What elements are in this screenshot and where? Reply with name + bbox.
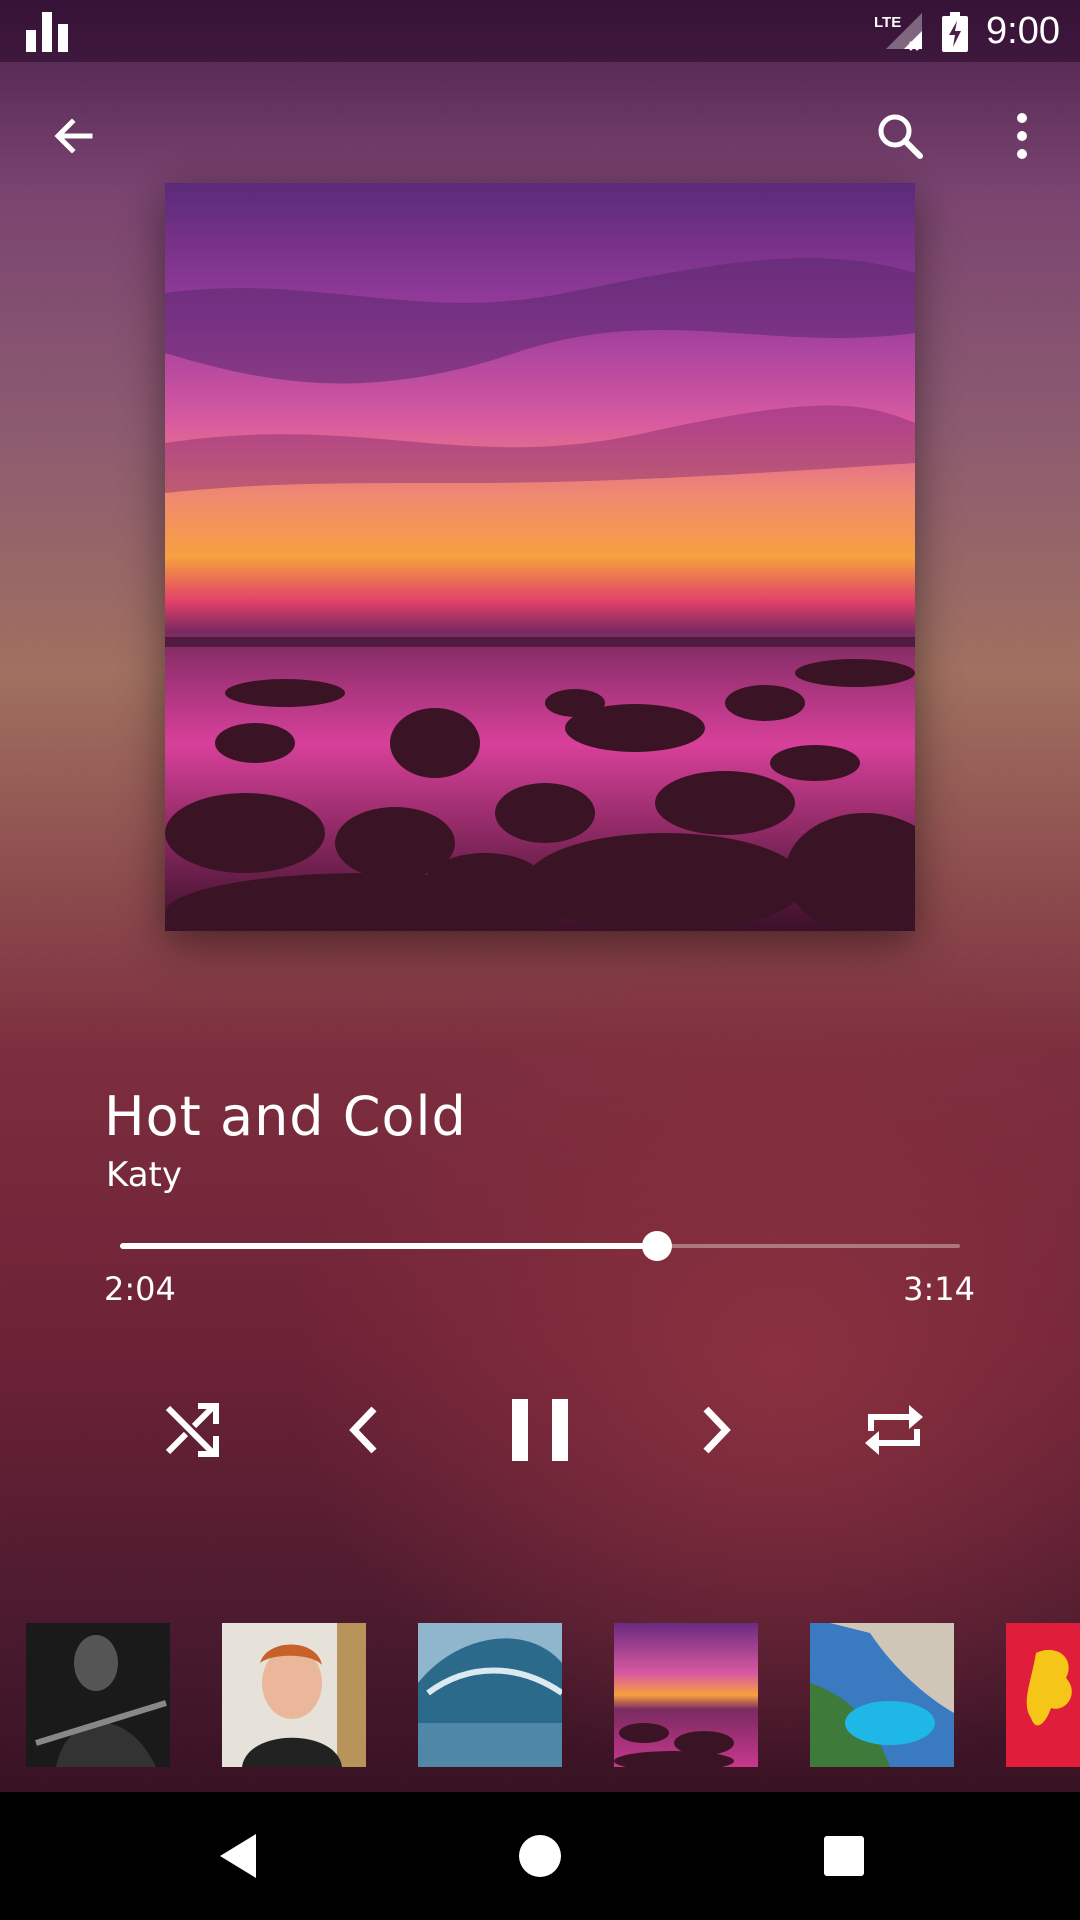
pause-icon[interactable] bbox=[490, 1380, 590, 1480]
next-icon[interactable] bbox=[666, 1380, 766, 1480]
total-duration: 3:14 bbox=[903, 1270, 975, 1308]
repeat-icon[interactable] bbox=[844, 1380, 944, 1480]
queue-carousel[interactable] bbox=[0, 1623, 1080, 1767]
lte-no-signal-icon: LTE bbox=[874, 9, 924, 53]
search-icon[interactable] bbox=[860, 96, 940, 176]
nav-back-icon[interactable] bbox=[198, 1816, 278, 1896]
track-artist: Katy bbox=[106, 1155, 182, 1195]
seek-bar[interactable] bbox=[120, 1231, 960, 1262]
previous-icon[interactable] bbox=[314, 1380, 414, 1480]
beach-cove-thumbnail[interactable] bbox=[810, 1623, 954, 1767]
seek-thumb[interactable] bbox=[641, 1231, 672, 1261]
signal-bars-icon bbox=[26, 12, 68, 52]
nav-recents-icon[interactable] bbox=[804, 1816, 884, 1896]
shuffle-icon[interactable] bbox=[142, 1380, 242, 1480]
nav-home-icon[interactable] bbox=[500, 1816, 580, 1896]
guitarist-bw-thumbnail[interactable] bbox=[26, 1623, 170, 1767]
elapsed-time: 2:04 bbox=[104, 1270, 176, 1308]
status-bar: LTE 9:00 bbox=[0, 0, 1080, 62]
seek-progress bbox=[120, 1243, 657, 1249]
ed-sheeran-thumbnail[interactable] bbox=[222, 1623, 366, 1767]
ocean-wave-thumbnail[interactable] bbox=[418, 1623, 562, 1767]
status-time: 9:00 bbox=[986, 9, 1060, 52]
sunset-sea-thumbnail[interactable] bbox=[614, 1623, 758, 1767]
more-vert-icon[interactable] bbox=[982, 96, 1062, 176]
back-arrow-icon[interactable] bbox=[34, 96, 114, 176]
battery-charging-icon bbox=[942, 12, 969, 52]
system-nav-bar bbox=[0, 1792, 1080, 1920]
svg-text:LTE: LTE bbox=[874, 14, 901, 31]
red-lion-crest-thumbnail[interactable] bbox=[1006, 1623, 1080, 1767]
status-icons: LTE 9:00 bbox=[874, 6, 1060, 56]
track-title: Hot and Cold bbox=[104, 1085, 467, 1148]
album-art bbox=[165, 183, 915, 931]
playback-controls bbox=[0, 1380, 1080, 1480]
